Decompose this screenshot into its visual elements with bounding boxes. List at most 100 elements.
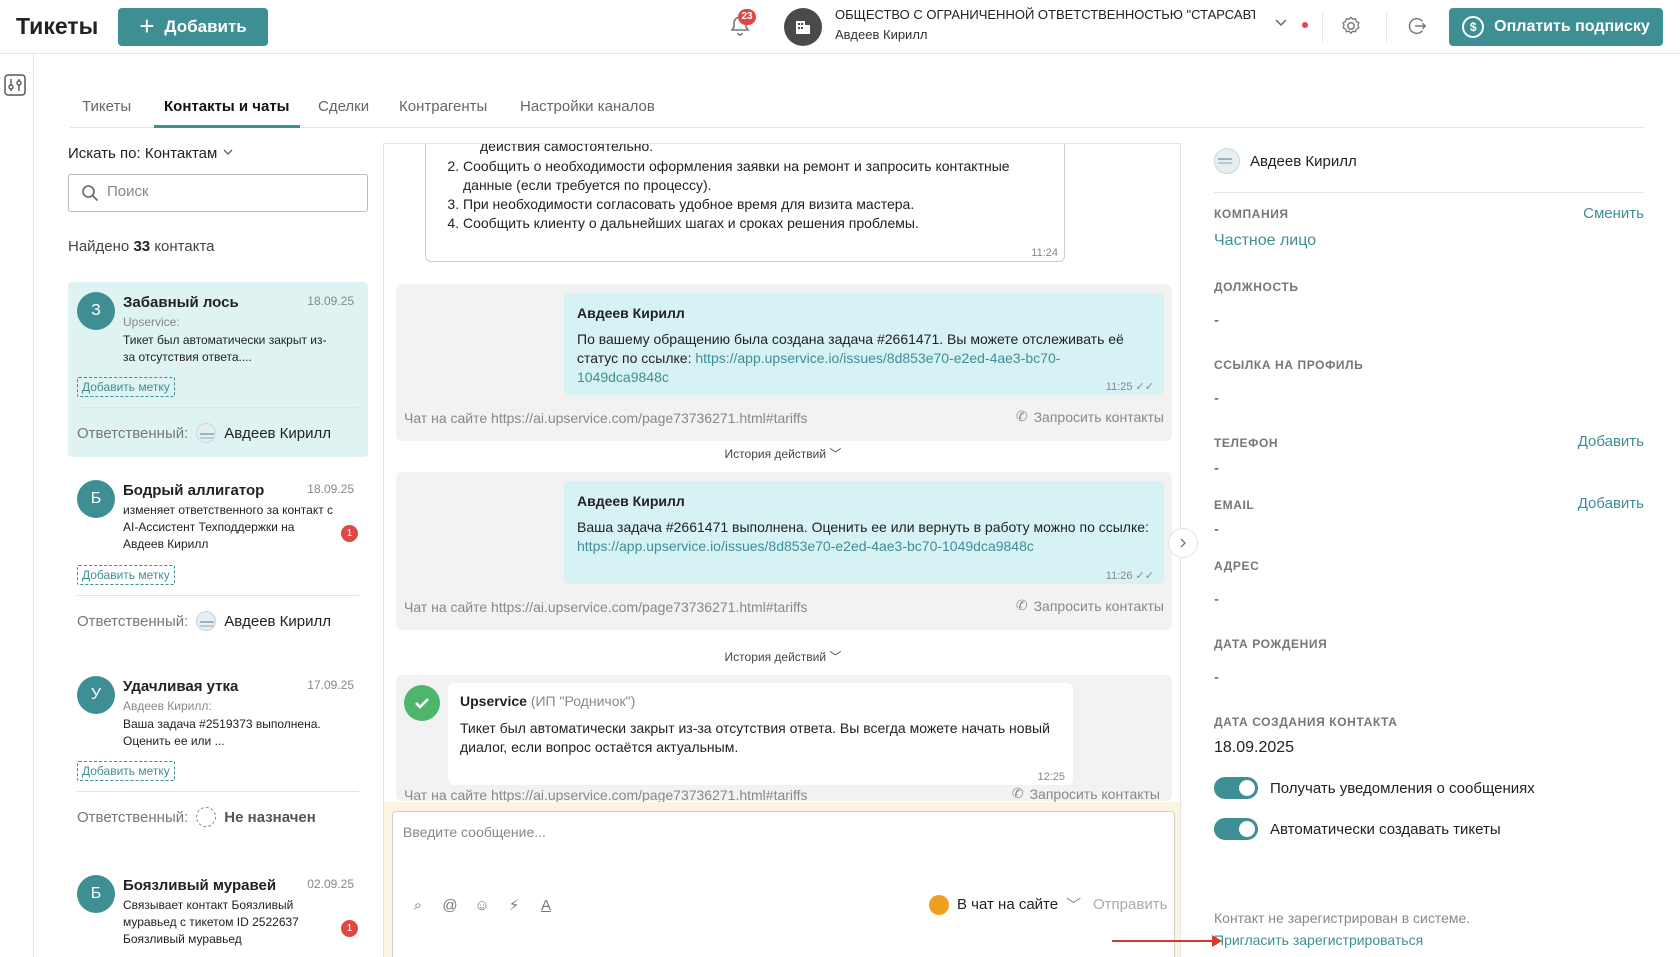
chevron-down-icon[interactable] bbox=[1274, 16, 1288, 30]
change-company-button[interactable]: Сменить bbox=[1583, 205, 1644, 222]
tab-channel-settings[interactable]: Настройки каналов bbox=[520, 98, 655, 115]
pay-subscription-label: Оплатить подписку bbox=[1494, 18, 1650, 35]
chat-panel: действия самостоятельно. Сообщить о необ… bbox=[383, 143, 1181, 957]
history-toggle[interactable]: История действий ﹀ bbox=[384, 648, 1180, 665]
message-group: Upservice (ИП "Родничок") Тикет был авто… bbox=[396, 675, 1172, 801]
message-bubble: Авдеев Кирилл По вашему обращению была с… bbox=[564, 293, 1164, 395]
tab-tickets[interactable]: Тикеты bbox=[82, 98, 131, 115]
send-button[interactable]: Отправить bbox=[1093, 896, 1167, 913]
message-input[interactable] bbox=[403, 824, 1163, 864]
position-value: - bbox=[1214, 312, 1219, 329]
pay-subscription-button[interactable]: $ Оплатить подписку bbox=[1449, 8, 1663, 46]
contact-card[interactable]: З Забавный лось 18.09.25 Upservice: Тике… bbox=[68, 282, 368, 457]
contact-card[interactable]: Б Бодрый аллигатор 18.09.25 изменяет отв… bbox=[68, 470, 368, 645]
add-tag-button[interactable]: Добавить метку bbox=[77, 565, 175, 585]
autotickets-toggle[interactable] bbox=[1214, 818, 1258, 840]
issue-link[interactable]: https://app.upservice.io/issues/8d853e70… bbox=[577, 538, 1034, 554]
not-registered-note: Контакт не зарегистрирован в системе. bbox=[1214, 910, 1471, 926]
message-text: действия самостоятельно. bbox=[480, 143, 654, 154]
user-avatar bbox=[196, 611, 217, 631]
phone-label: ТЕЛЕФОН bbox=[1214, 436, 1279, 450]
org-avatar[interactable] bbox=[784, 8, 822, 46]
search-field[interactable] bbox=[68, 174, 368, 212]
contact-date: 02.09.25 bbox=[307, 877, 354, 891]
text-format-icon[interactable]: A bbox=[537, 896, 555, 914]
channel-label: В чат на сайте bbox=[957, 896, 1059, 913]
emoji-icon[interactable]: ☺ bbox=[473, 896, 491, 914]
contact-date: 17.09.25 bbox=[307, 678, 354, 692]
channel-select[interactable]: В чат на сайте ﹀ bbox=[929, 894, 1081, 915]
steps-list: Сообщить о необходимости оформления заяв… bbox=[463, 157, 1053, 233]
contact-header: Авдеев Кирилл bbox=[1214, 148, 1357, 174]
gear-icon[interactable] bbox=[1340, 15, 1362, 37]
chevron-down-icon: ﹀ bbox=[1066, 897, 1082, 914]
responsible-row: Ответственный: Не назначен bbox=[77, 807, 316, 827]
top-bar: Тикеты + Добавить 23 ОБЩЕСТВО С ОГРАНИЧЕ… bbox=[0, 0, 1680, 54]
invite-link[interactable]: Пригласить зарегистрироваться bbox=[1214, 932, 1423, 948]
notify-toggle[interactable] bbox=[1214, 777, 1258, 799]
divider bbox=[77, 595, 359, 596]
search-input[interactable] bbox=[107, 183, 357, 200]
search-by-select[interactable]: Искать по: Контактам bbox=[68, 145, 234, 162]
email-value: - bbox=[1214, 521, 1219, 538]
responsible-label: Ответственный: bbox=[77, 808, 189, 826]
contact-name: Забавный лось bbox=[123, 294, 239, 311]
org-name[interactable]: ОБЩЕСТВО С ОГРАНИЧЕННОЙ ОТВЕТСТВЕННОСТЬЮ… bbox=[835, 7, 1255, 22]
request-contacts-button[interactable]: ✆ Запросить контакты bbox=[1016, 597, 1164, 614]
step-item: Сообщить о необходимости оформления заяв… bbox=[463, 157, 1053, 195]
logout-icon[interactable] bbox=[1406, 15, 1428, 37]
message-time: 11:24 bbox=[1031, 247, 1058, 259]
message-author: Авдеев Кирилл bbox=[577, 305, 685, 321]
filters-icon[interactable] bbox=[4, 74, 26, 96]
contact-date: 18.09.25 bbox=[307, 294, 354, 308]
request-contacts-button[interactable]: ✆ Запросить контакты bbox=[1012, 785, 1160, 802]
contact-date: 18.09.25 bbox=[307, 482, 354, 496]
step-item: При необходимости согласовать удобное вр… bbox=[463, 195, 1053, 214]
divider bbox=[77, 407, 359, 408]
found-prefix: Найдено bbox=[68, 238, 130, 255]
message-time: 11:25 ✓✓ bbox=[1105, 381, 1154, 393]
search-by-label: Искать по: Контактам bbox=[68, 145, 218, 162]
message-text: По вашему обращению была создана задача … bbox=[577, 330, 1151, 387]
found-number: 33 bbox=[133, 238, 151, 255]
lightning-icon[interactable]: ⚡ bbox=[505, 896, 523, 914]
tab-counterparties[interactable]: Контрагенты bbox=[399, 98, 487, 115]
chevron-right-icon bbox=[1180, 538, 1186, 548]
company-value[interactable]: Частное лицо bbox=[1214, 232, 1316, 250]
channel-info: Чат на сайте https://ai.upservice.com/pa… bbox=[404, 787, 808, 803]
mention-icon[interactable]: @ bbox=[441, 896, 459, 914]
message-bubble: Upservice (ИП "Родничок") Тикет был авто… bbox=[448, 683, 1073, 785]
last-message: Ваша задача #2519373 выполнена. Оценить … bbox=[123, 717, 321, 748]
attach-icon[interactable]: ⌕ bbox=[409, 896, 427, 914]
history-toggle[interactable]: История действий ﹀ bbox=[384, 445, 1180, 462]
email-label: EMAIL bbox=[1214, 498, 1255, 512]
message-time: 11:26 ✓✓ bbox=[1105, 570, 1154, 582]
contact-name: Авдеев Кирилл bbox=[1250, 152, 1357, 170]
user-avatar bbox=[1214, 148, 1240, 174]
message-bubble: Авдеев Кирилл Ваша задача #2661471 выпол… bbox=[564, 481, 1164, 584]
contact-card[interactable]: Б Боязливый муравей 02.09.25 Связывает к… bbox=[68, 865, 368, 957]
message-composer: ⌕ @ ☺ ⚡ A В чат на сайте ﹀ Отправить bbox=[392, 811, 1175, 957]
message-source: Авдеев Кирилл: bbox=[123, 699, 212, 713]
contact-card[interactable]: У Удачливая утка 17.09.25 Авдеев Кирилл:… bbox=[68, 666, 368, 841]
add-button[interactable]: + Добавить bbox=[118, 8, 268, 46]
add-phone-button[interactable]: Добавить bbox=[1578, 433, 1644, 450]
tab-deals[interactable]: Сделки bbox=[318, 98, 369, 115]
check-icon bbox=[404, 685, 440, 721]
unread-badge: 1 bbox=[341, 920, 358, 937]
address-value: - bbox=[1214, 591, 1219, 608]
dollar-icon: $ bbox=[1462, 16, 1485, 38]
collapse-panel-button[interactable] bbox=[1168, 528, 1198, 558]
notify-toggle-row: Получать уведомления о сообщениях bbox=[1214, 777, 1535, 799]
add-email-button[interactable]: Добавить bbox=[1578, 495, 1644, 512]
message-text: Тикет был автоматически закрыт из-за отс… bbox=[460, 720, 1050, 755]
org-user: Авдеев Кирилл bbox=[835, 27, 928, 42]
unread-badge: 1 bbox=[341, 525, 358, 542]
message-bubble: действия самостоятельно. Сообщить о необ… bbox=[425, 143, 1065, 262]
add-tag-button[interactable]: Добавить метку bbox=[77, 377, 175, 397]
tab-contacts-chats[interactable]: Контакты и чаты bbox=[164, 98, 290, 115]
add-tag-button[interactable]: Добавить метку bbox=[77, 761, 175, 781]
search-icon bbox=[82, 185, 99, 202]
time-value: 11:25 bbox=[1105, 381, 1133, 393]
request-contacts-button[interactable]: ✆ Запросить контакты bbox=[1016, 408, 1164, 425]
